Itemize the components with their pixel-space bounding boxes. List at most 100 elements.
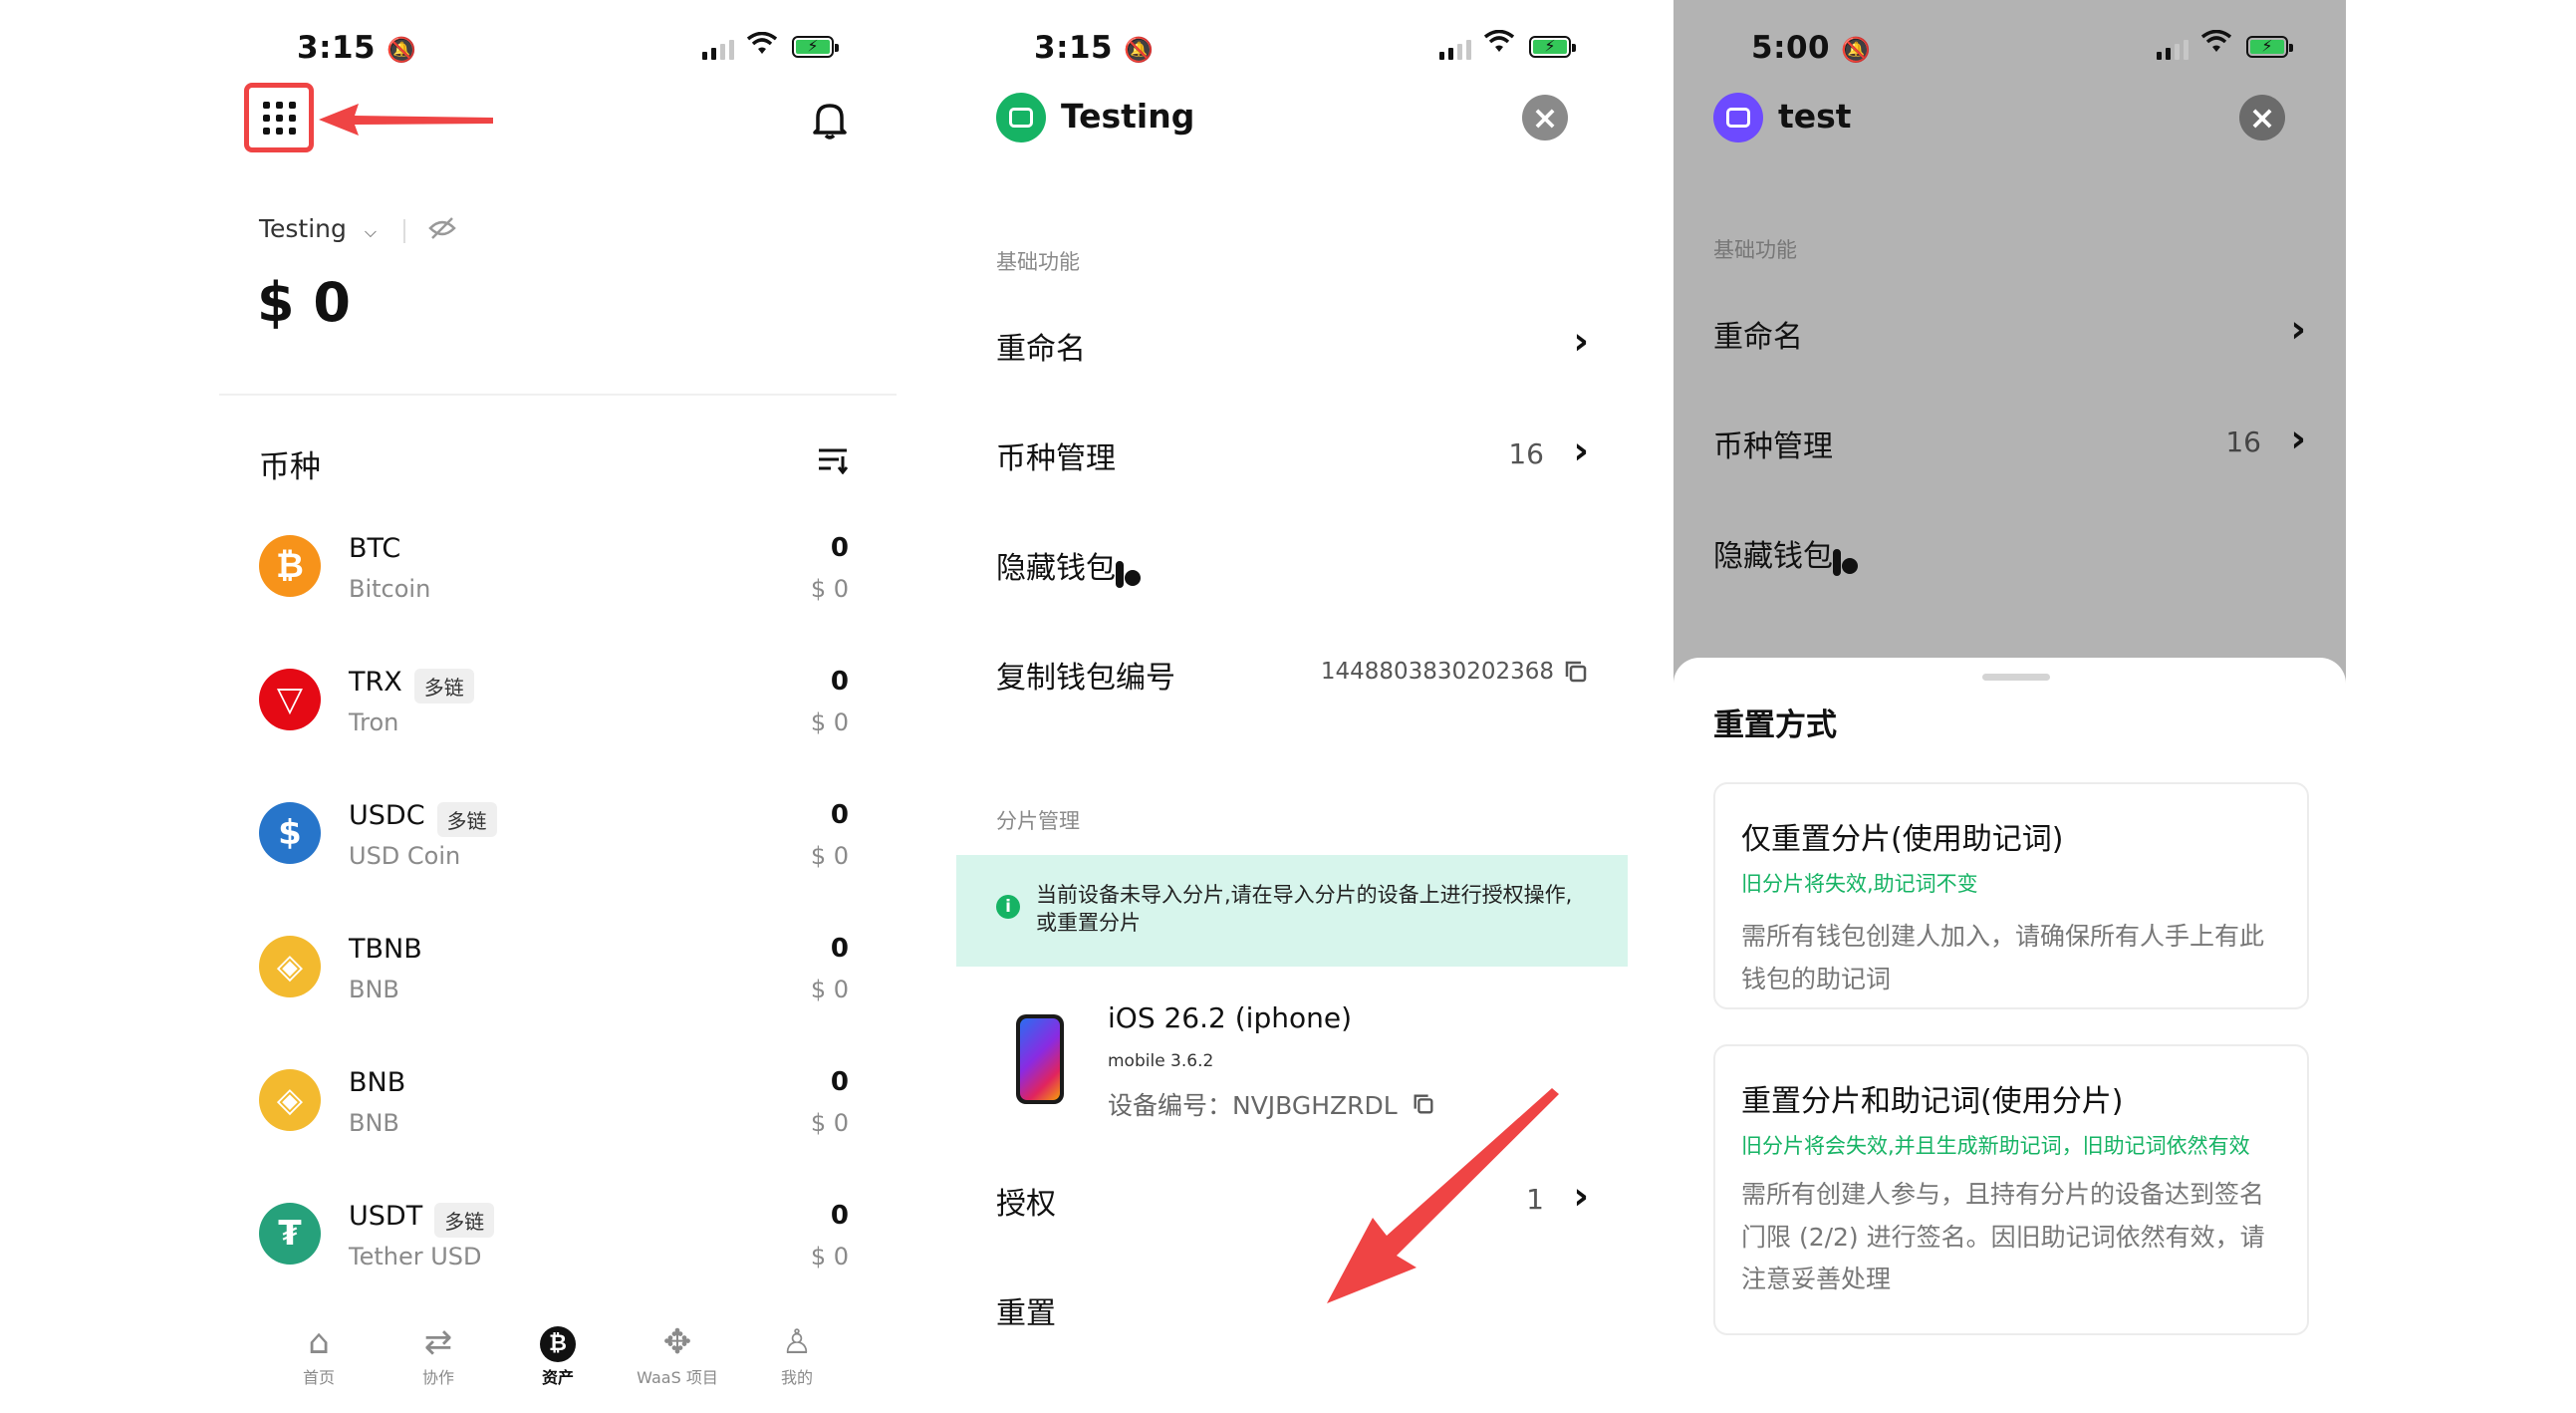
coin-manage-row: 币种管理 16 ›: [1713, 417, 2306, 464]
sort-filter-icon[interactable]: [817, 446, 849, 478]
wallet-selector[interactable]: Testing ⌵: [259, 214, 377, 243]
coin-name: BNB: [349, 976, 399, 1003]
multichain-badge: 多链: [413, 669, 474, 704]
coin-symbol-line: USDC 多链: [349, 800, 497, 837]
wallet-title: Testing: [1061, 97, 1195, 136]
assets-icon: ₿: [498, 1320, 618, 1364]
iphone-device-icon: [1016, 1014, 1064, 1104]
coin-symbol-line: BTC: [349, 533, 401, 564]
usdc-coin-icon: $: [259, 802, 321, 864]
wifi-icon: [746, 30, 778, 63]
tab-label: 我的: [780, 1368, 813, 1387]
coin-name: Bitcoin: [349, 575, 431, 603]
collab-icon: ⇄: [423, 1322, 453, 1362]
coin-name: BNB: [349, 1109, 399, 1137]
copy-wallet-id-row[interactable]: 复制钱包编号 1448803830202368: [996, 653, 1594, 703]
bottom-tab-bar: ⌂ 首页 ⇄ 协作 ₿ 资产 ✥ WaaS 项目 ♙ 我的: [219, 1320, 897, 1388]
device-version: mobile 3.6.2: [1108, 1051, 1214, 1071]
close-button[interactable]: ×: [1522, 95, 1568, 141]
hide-wallet-row: 隐藏钱包: [1713, 531, 2311, 581]
grid-icon: [262, 101, 296, 135]
wifi-icon: [2200, 29, 2232, 58]
rename-row: 重命名 ›: [1713, 307, 2306, 355]
coin-name: Tether USD: [349, 1243, 482, 1271]
section-basic-label: 基础功能: [996, 250, 1080, 274]
home-icon: ⌂: [308, 1322, 330, 1362]
mute-bell-icon: 🔕: [1841, 36, 1872, 64]
tab-collab[interactable]: ⇄ 协作: [379, 1320, 498, 1388]
coin-usd-value: $ 0: [810, 575, 849, 603]
coin-symbol-line: TBNB: [349, 934, 422, 965]
coin-row-usdt[interactable]: ₮ USDT 多链 Tether USD 0 $ 0: [259, 1201, 857, 1280]
apps-grid-button[interactable]: [244, 83, 314, 152]
section-shard-label: 分片管理: [996, 809, 1080, 833]
battery-icon: [792, 36, 839, 58]
coin-usd-value: $ 0: [810, 976, 849, 1003]
annotation-arrow-left: [319, 104, 493, 136]
coin-usd-value: $ 0: [810, 708, 849, 736]
copy-icon[interactable]: [1563, 659, 1589, 689]
device-name: iOS 26.2 (iphone): [1108, 1001, 1352, 1034]
hide-wallet-toggle: [1833, 549, 1841, 576]
tab-label: 协作: [421, 1368, 454, 1387]
signal-icon: [2157, 38, 2189, 60]
wifi-icon: [1483, 29, 1515, 58]
status-time: 3:15 🔕: [297, 30, 417, 66]
coin-name: Tron: [349, 708, 399, 736]
chevron-down-icon: ⌵: [364, 222, 377, 241]
coin-amount: 0: [830, 1067, 849, 1097]
tab-label: 首页: [302, 1368, 335, 1387]
coin-row-trx[interactable]: ▽ TRX 多链 Tron 0 $ 0: [259, 667, 857, 746]
hide-balance-eye-icon[interactable]: [428, 216, 456, 244]
coin-usd-value: $ 0: [810, 842, 849, 870]
waas-icon: ✥: [662, 1322, 692, 1362]
divider-vertical: [403, 219, 405, 243]
battery-icon: [2246, 36, 2293, 58]
sheet-drag-handle[interactable]: [1982, 674, 2050, 681]
chevron-right-icon: ›: [1573, 428, 1589, 472]
tab-home[interactable]: ⌂ 首页: [259, 1320, 379, 1388]
coin-usd-value: $ 0: [810, 1243, 849, 1271]
coin-manage-row[interactable]: 币种管理 16 ›: [996, 428, 1594, 483]
tab-assets[interactable]: ₿ 资产: [498, 1320, 618, 1388]
reset-method-sheet: 重置方式 仅重置分片(使用助记词) 旧分片将失效,助记词不变 需所有钱包创建人加…: [1674, 658, 2346, 1413]
tab-waas[interactable]: ✥ WaaS 项目: [618, 1320, 737, 1388]
coin-row-btc[interactable]: ₿ BTC Bitcoin 0 $ 0: [259, 533, 857, 613]
tbnb-coin-icon: ◈: [259, 936, 321, 997]
usdt-coin-icon: ₮: [259, 1203, 321, 1265]
coin-row-bnb[interactable]: ◈ BNB BNB 0 $ 0: [259, 1067, 857, 1147]
sheet-title: 重置方式: [1713, 707, 1837, 743]
multichain-badge: 多链: [436, 802, 497, 837]
mute-bell-icon: 🔕: [386, 36, 417, 64]
chevron-right-icon: ›: [1573, 1174, 1589, 1218]
coin-amount: 0: [830, 1201, 849, 1231]
tab-profile[interactable]: ♙ 我的: [737, 1320, 857, 1388]
profile-icon: ♙: [781, 1322, 813, 1362]
total-balance: $ 0: [257, 271, 351, 334]
coin-symbol-line: BNB: [349, 1067, 406, 1098]
hide-wallet-row: 隐藏钱包: [996, 543, 1594, 593]
shard-notice-banner: i 当前设备未导入分片,请在导入分片的设备上进行授权操作,或重置分片: [956, 855, 1628, 967]
coin-row-usdc[interactable]: $ USDC 多链 USD Coin 0 $ 0: [259, 800, 857, 880]
mute-bell-icon: 🔕: [1124, 36, 1155, 64]
wallet-id: 1448803830202368: [1320, 659, 1554, 685]
coin-symbol-line: USDT 多链: [349, 1201, 495, 1238]
multichain-badge: 多链: [434, 1203, 495, 1238]
rename-row[interactable]: 重命名 ›: [996, 319, 1594, 374]
notification-bell-icon[interactable]: [812, 100, 848, 143]
coin-count: 16: [1508, 437, 1544, 470]
coin-row-tbnb[interactable]: ◈ TBNB BNB 0 $ 0: [259, 934, 857, 1013]
reset-option-mnemonic[interactable]: 仅重置分片(使用助记词) 旧分片将失效,助记词不变 需所有钱包创建人加入，请确保…: [1713, 782, 2309, 1009]
battery-icon: [1529, 36, 1576, 58]
close-button[interactable]: ×: [2239, 95, 2285, 141]
bnb-coin-icon: ◈: [259, 1069, 321, 1131]
chevron-right-icon: ›: [1573, 319, 1589, 363]
coin-amount: 0: [830, 800, 849, 830]
chevron-right-icon: ›: [2290, 417, 2306, 460]
section-basic-label: 基础功能: [1713, 238, 1797, 262]
reset-option-shard-and-mnemonic[interactable]: 重置分片和助记词(使用分片) 旧分片将会失效,并且生成新助记词，旧助记词依然有效…: [1713, 1044, 2309, 1335]
wallet-title: test: [1778, 97, 1852, 136]
section-divider: [219, 394, 897, 396]
hide-wallet-toggle[interactable]: [1116, 561, 1124, 588]
screen-wallet-settings: 3:15 🔕 Testing × 基础功能 重命名 › 币种管理 16 › 隐藏…: [956, 0, 1634, 1413]
